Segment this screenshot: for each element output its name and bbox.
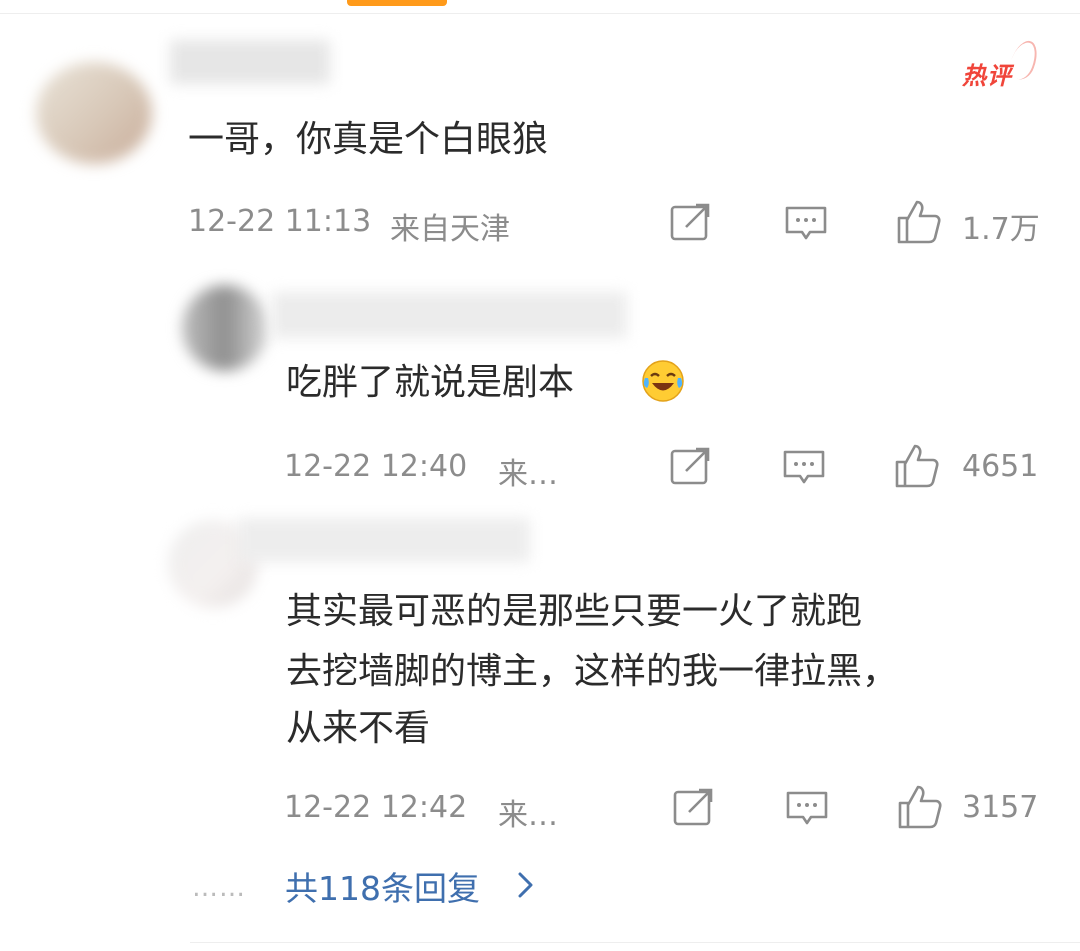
like-icon[interactable] [895, 198, 943, 246]
comment-location: 来… [498, 798, 558, 833]
comment-time: 12-22 12:42 [284, 790, 468, 825]
comment-text-line-2: 去挖墙脚的博主，这样的我一律拉黑， [286, 651, 899, 692]
comment-text-line-3: 从来不看 [286, 708, 431, 749]
username[interactable] [238, 518, 530, 562]
comment-time: 12-22 11:13 [188, 204, 372, 239]
comment-time: 12-22 12:40 [284, 449, 468, 484]
username[interactable] [170, 40, 330, 84]
share-icon[interactable] [670, 447, 712, 487]
share-icon[interactable] [673, 788, 715, 828]
scroll-indicator [347, 0, 447, 6]
like-count: 1.7万 [962, 212, 1040, 247]
comment-location: 来… [498, 457, 558, 492]
replies-dots: …… [192, 873, 246, 903]
like-count: 3157 [962, 790, 1039, 825]
hot-comment-badge: 热评 [962, 62, 1012, 90]
share-icon[interactable] [670, 203, 712, 243]
like-count: 4651 [962, 449, 1039, 484]
avatar[interactable] [182, 285, 268, 371]
bottom-divider [190, 942, 1080, 943]
view-all-replies-link[interactable]: 共118条回复 [285, 862, 480, 910]
comment-icon[interactable] [782, 448, 826, 488]
comment-text: 一哥，你真是个白眼狼 [188, 119, 549, 160]
top-divider [0, 13, 1080, 14]
comment-location: 来自天津 [390, 212, 510, 247]
chevron-right-icon[interactable] [515, 870, 537, 904]
laugh-cry-emoji-icon [640, 358, 686, 404]
comment-icon[interactable] [785, 789, 829, 829]
like-icon[interactable] [896, 783, 944, 831]
comment-text-line-1: 其实最可恶的是那些只要一火了就跑 [286, 591, 863, 632]
like-icon[interactable] [893, 442, 941, 490]
comment-icon[interactable] [784, 204, 828, 244]
comment-text: 吃胖了就说是剧本 [286, 362, 575, 403]
avatar[interactable] [36, 62, 152, 164]
username[interactable] [272, 292, 627, 338]
